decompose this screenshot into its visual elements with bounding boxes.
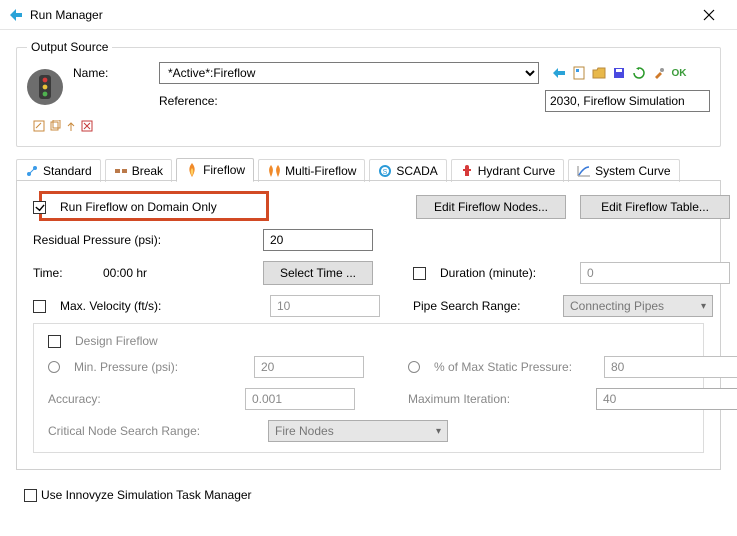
accuracy-label: Accuracy: xyxy=(48,392,235,406)
tools-icon[interactable] xyxy=(651,65,667,81)
output-source-legend: Output Source xyxy=(27,40,112,54)
duration-input xyxy=(580,262,730,284)
tab-strip: Standard Break Fireflow Multi-Fireflow S… xyxy=(16,157,721,181)
titlebar: Run Manager xyxy=(0,0,737,30)
tab-scada-label: SCADA xyxy=(396,164,437,178)
break-icon xyxy=(114,164,128,178)
tab-hydrant-curve[interactable]: Hydrant Curve xyxy=(451,159,564,182)
run-icon[interactable] xyxy=(551,65,567,81)
open-folder-icon[interactable] xyxy=(591,65,607,81)
name-select[interactable]: *Active*:Fireflow xyxy=(159,62,539,84)
use-task-manager-checkbox[interactable] xyxy=(24,489,37,502)
footer-row: Use Innovyze Simulation Task Manager xyxy=(24,488,721,502)
use-task-manager-label: Use Innovyze Simulation Task Manager xyxy=(41,488,252,502)
tab-hydrant-curve-label: Hydrant Curve xyxy=(478,164,555,178)
export-ref-icon[interactable] xyxy=(65,118,77,134)
traffic-light-icon xyxy=(27,69,63,105)
chevron-down-icon: ▾ xyxy=(701,301,706,312)
select-time-button[interactable]: Select Time ... xyxy=(263,261,373,285)
name-label: Name: xyxy=(73,66,153,80)
refresh-icon[interactable] xyxy=(631,65,647,81)
max-iter-input xyxy=(597,389,737,409)
max-velocity-input xyxy=(270,295,380,317)
fireflow-icon xyxy=(185,163,199,177)
pct-max-static-radio[interactable] xyxy=(408,361,420,373)
pct-max-static-input xyxy=(604,356,737,378)
run-domain-only-checkbox[interactable] xyxy=(33,201,46,214)
chevron-down-icon: ▾ xyxy=(436,426,441,437)
app-icon xyxy=(8,7,24,23)
tab-system-curve[interactable]: System Curve xyxy=(568,159,679,182)
status-ok: OK xyxy=(671,65,687,81)
residual-pressure-input[interactable] xyxy=(263,229,373,251)
close-button[interactable] xyxy=(689,1,729,29)
design-fireflow-checkbox[interactable] xyxy=(48,335,61,348)
tab-scada[interactable]: S SCADA xyxy=(369,159,446,182)
duration-checkbox[interactable] xyxy=(413,267,426,280)
tab-multi-fireflow-label: Multi-Fireflow xyxy=(285,164,356,178)
max-iter-label: Maximum Iteration: xyxy=(408,392,586,406)
accuracy-input xyxy=(245,388,355,410)
fireflow-panel: Run Fireflow on Domain Only Edit Fireflo… xyxy=(16,180,721,470)
tab-system-curve-label: System Curve xyxy=(595,164,670,178)
edit-fireflow-table-button[interactable]: Edit Fireflow Table... xyxy=(580,195,730,219)
pipe-search-range-label: Pipe Search Range: xyxy=(413,299,553,313)
pct-max-static-label: % of Max Static Pressure: xyxy=(434,360,594,374)
reference-label: Reference: xyxy=(159,94,539,108)
design-fireflow-group: Design Fireflow Min. Pressure (psi): % o… xyxy=(33,323,704,453)
standard-icon xyxy=(25,164,39,178)
crit-node-range-value: Fire Nodes xyxy=(275,424,334,438)
min-pressure-label: Min. Pressure (psi): xyxy=(74,360,244,374)
copy-ref-icon[interactable] xyxy=(49,118,61,134)
svg-text:S: S xyxy=(383,169,388,176)
run-domain-only-label: Run Fireflow on Domain Only xyxy=(60,200,217,214)
min-pressure-radio[interactable] xyxy=(48,361,60,373)
design-fireflow-label: Design Fireflow xyxy=(75,334,158,348)
report-icon[interactable] xyxy=(571,65,587,81)
tab-break[interactable]: Break xyxy=(105,159,172,182)
tab-fireflow-label: Fireflow xyxy=(203,163,245,177)
min-pressure-input xyxy=(254,356,364,378)
scada-icon: S xyxy=(378,164,392,178)
pipe-search-range-combo[interactable]: Connecting Pipes ▾ xyxy=(563,295,713,317)
edit-ref-icon[interactable] xyxy=(33,118,45,134)
crit-node-range-combo[interactable]: Fire Nodes ▾ xyxy=(268,420,448,442)
duration-label: Duration (minute): xyxy=(440,266,570,280)
residual-pressure-label: Residual Pressure (psi): xyxy=(33,233,253,247)
multi-fireflow-icon xyxy=(267,164,281,178)
window-title: Run Manager xyxy=(30,8,689,22)
max-velocity-label: Max. Velocity (ft/s): xyxy=(60,299,260,313)
time-value: 00:00 hr xyxy=(103,266,253,280)
pipe-search-range-value: Connecting Pipes xyxy=(570,299,664,313)
reference-input[interactable] xyxy=(545,90,710,112)
crit-node-range-label: Critical Node Search Range: xyxy=(48,424,235,438)
delete-ref-icon[interactable] xyxy=(81,118,93,134)
max-iter-spinner[interactable]: ▲▼ xyxy=(596,388,737,410)
tab-fireflow[interactable]: Fireflow xyxy=(176,158,254,182)
edit-fireflow-nodes-button[interactable]: Edit Fireflow Nodes... xyxy=(416,195,566,219)
time-label: Time: xyxy=(33,266,93,280)
output-source-group: Output Source Name: *Active*:Fireflow xyxy=(16,40,721,147)
tab-break-label: Break xyxy=(132,164,163,178)
max-velocity-checkbox[interactable] xyxy=(33,300,46,313)
tab-standard[interactable]: Standard xyxy=(16,159,101,182)
content-area: Output Source Name: *Active*:Fireflow xyxy=(0,30,737,510)
system-curve-icon xyxy=(577,164,591,178)
reference-toolbar xyxy=(27,118,67,134)
tab-multi-fireflow[interactable]: Multi-Fireflow xyxy=(258,159,365,182)
name-toolbar: OK xyxy=(545,65,710,81)
save-icon[interactable] xyxy=(611,65,627,81)
tab-standard-label: Standard xyxy=(43,164,92,178)
hydrant-curve-icon xyxy=(460,164,474,178)
